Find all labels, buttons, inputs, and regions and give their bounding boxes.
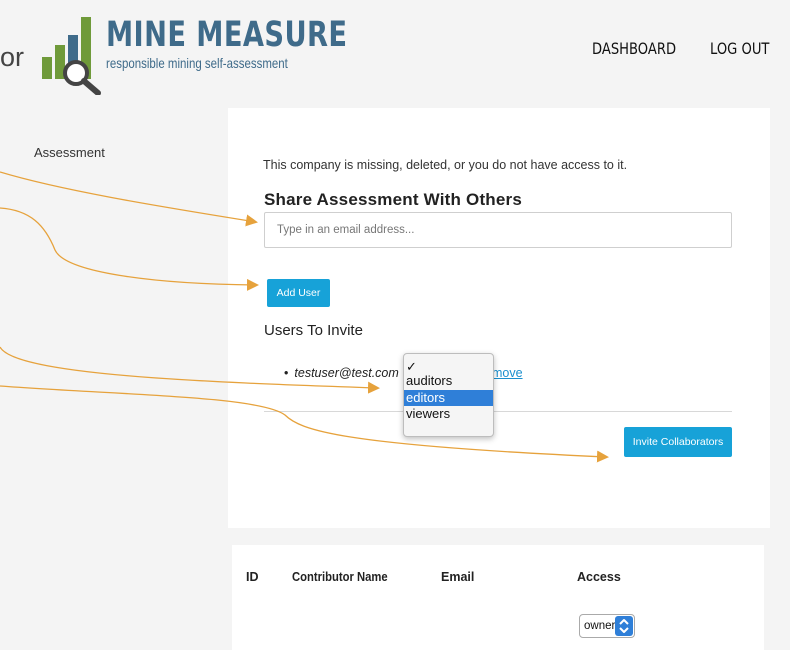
logo-icon[interactable] bbox=[42, 17, 102, 95]
share-title: Share Assessment With Others bbox=[264, 190, 523, 209]
list-bullet: • bbox=[284, 366, 289, 380]
column-header-access: Access bbox=[577, 570, 621, 584]
role-option-auditors[interactable]: auditors bbox=[404, 373, 493, 389]
contributors-table bbox=[232, 545, 764, 650]
logo-subtitle: responsible mining self-assessment bbox=[106, 55, 288, 71]
select-stepper-icon[interactable] bbox=[615, 616, 633, 636]
logo-title[interactable]: MINE MEASURE bbox=[106, 18, 347, 53]
arrow-to-email-input bbox=[0, 171, 258, 227]
invitee-email: testuser@test.com bbox=[294, 366, 399, 380]
arrow-to-add-user bbox=[0, 207, 259, 291]
add-user-button[interactable]: Add User bbox=[267, 279, 330, 307]
role-dropdown-menu[interactable]: ✓ auditors editors viewers bbox=[403, 353, 494, 437]
sidebar-assessment-label: Assessment bbox=[34, 145, 105, 160]
nav-logout-link[interactable]: LOG OUT bbox=[710, 40, 769, 58]
role-option-editors[interactable]: editors bbox=[404, 390, 493, 406]
divider bbox=[264, 411, 732, 412]
column-header-email: Email bbox=[441, 570, 475, 584]
column-header-contributor-name: Contributor Name bbox=[292, 570, 388, 584]
access-message: This company is missing, deleted, or you… bbox=[263, 158, 628, 172]
role-option-viewers[interactable]: viewers bbox=[404, 406, 493, 422]
column-header-id: ID bbox=[246, 570, 259, 584]
users-to-invite-heading: Users To Invite bbox=[264, 322, 363, 339]
invite-collaborators-button[interactable]: Invite Collaborators bbox=[624, 427, 732, 457]
header: or MINE MEASURE responsible mining self-… bbox=[0, 0, 790, 105]
access-select[interactable]: owner bbox=[579, 614, 635, 638]
email-input[interactable] bbox=[264, 212, 732, 248]
nav-dashboard-link[interactable]: DASHBOARD bbox=[592, 40, 676, 58]
access-select-value: owner bbox=[584, 620, 616, 632]
partial-text: or bbox=[0, 42, 25, 72]
invitee-item: • testuser@test.com bbox=[284, 366, 399, 380]
